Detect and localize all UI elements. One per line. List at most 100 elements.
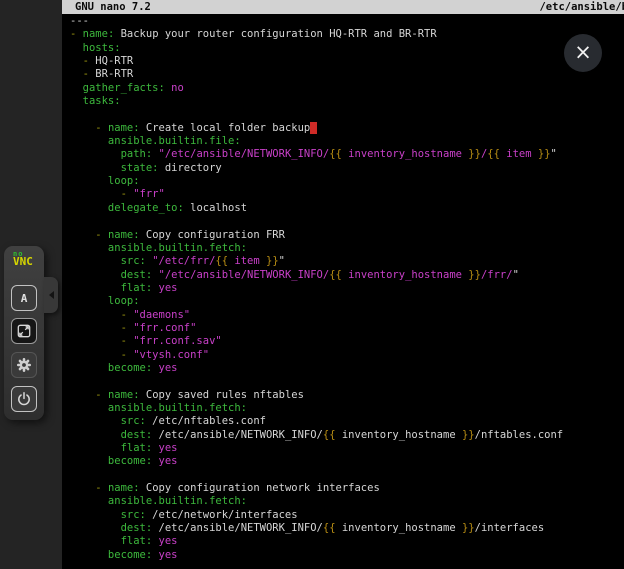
code-line: src: /etc/network/interfaces xyxy=(70,509,563,522)
code-line: ansible.builtin.fetch: xyxy=(70,495,563,508)
power-icon xyxy=(16,391,32,407)
code-line: tasks: xyxy=(70,95,563,108)
terminal-window[interactable]: GNU nano 7.2 /etc/ansible/b ---- name: B… xyxy=(62,0,624,569)
code-segment: {{ xyxy=(487,148,500,160)
code-segment: yes xyxy=(159,442,178,454)
code-segment: /interfaces xyxy=(475,522,545,534)
clipboard-button[interactable]: A xyxy=(11,285,37,311)
code-line: - name: Copy configuration FRR xyxy=(70,229,563,242)
code-segment: "frr.conf.sav" xyxy=(133,335,222,347)
cursor xyxy=(310,122,316,134)
fullscreen-icon xyxy=(16,323,32,339)
code-segment: become: xyxy=(70,455,152,467)
code-segment: }} xyxy=(538,148,551,160)
code-segment: item xyxy=(228,255,266,267)
code-segment: {{ xyxy=(323,429,336,441)
code-segment: "daemons" xyxy=(133,309,190,321)
code-segment: dest: xyxy=(70,522,152,534)
code-segment: hosts: xyxy=(70,42,121,54)
code-segment: "/etc/ansible/NETWORK_INFO/ xyxy=(159,148,330,160)
code-segment: {{ xyxy=(215,255,228,267)
editor-content[interactable]: ---- name: Backup your router configurat… xyxy=(70,15,563,562)
code-segment: name: xyxy=(108,389,140,401)
control-bar-handle[interactable] xyxy=(44,277,58,313)
code-segment: become: xyxy=(70,362,152,374)
code-segment: "/etc/ansible/NETWORK_INFO/ xyxy=(159,269,330,281)
code-segment: inventory_hostname xyxy=(342,269,468,281)
code-segment: - xyxy=(70,28,83,40)
code-line: loop: xyxy=(70,295,563,308)
code-segment: /etc/ansible/NETWORK_INFO/ xyxy=(152,522,323,534)
code-segment: flat: xyxy=(70,535,152,547)
code-segment: {{ xyxy=(323,522,336,534)
code-segment: " xyxy=(279,255,285,267)
close-button[interactable]: × xyxy=(564,34,602,72)
code-segment: item xyxy=(500,148,538,160)
code-segment: yes xyxy=(159,549,178,561)
screen: no VNC A xyxy=(0,0,624,569)
code-segment: /nftables.conf xyxy=(475,429,564,441)
gear-icon xyxy=(16,357,32,373)
code-segment: yes xyxy=(159,362,178,374)
novnc-logo: no VNC xyxy=(4,250,44,266)
code-line: flat: yes xyxy=(70,535,563,548)
code-line: - name: Copy configuration network inter… xyxy=(70,482,563,495)
code-segment: inventory_hostname xyxy=(342,148,468,160)
fullscreen-button[interactable] xyxy=(11,318,37,344)
code-segment: - xyxy=(70,188,133,200)
settings-button[interactable] xyxy=(11,352,37,378)
code-segment: state: xyxy=(70,162,159,174)
code-segment: Create local folder backup xyxy=(140,122,311,134)
code-line: src: /etc/nftables.conf xyxy=(70,415,563,428)
code-segment: gather_facts: xyxy=(70,82,165,94)
code-segment: {{ xyxy=(329,269,342,281)
code-segment: - xyxy=(70,389,108,401)
code-segment: " xyxy=(551,148,557,160)
clipboard-a-icon: A xyxy=(21,292,28,305)
code-segment: --- xyxy=(70,15,89,27)
code-line: state: directory xyxy=(70,162,563,175)
power-button[interactable] xyxy=(11,386,37,412)
code-segment: flat: xyxy=(70,282,152,294)
code-segment: path: xyxy=(70,148,152,160)
code-segment: " xyxy=(513,269,519,281)
code-line: gather_facts: no xyxy=(70,82,563,95)
code-line xyxy=(70,215,563,228)
code-segment: yes xyxy=(159,282,178,294)
code-segment: src: xyxy=(70,509,146,521)
code-segment: ansible.builtin.fetch: xyxy=(70,242,247,254)
code-segment: become: xyxy=(70,549,152,561)
code-line: dest: "/etc/ansible/NETWORK_INFO/{{ inve… xyxy=(70,269,563,282)
code-segment: inventory_hostname xyxy=(336,429,462,441)
code-line: --- xyxy=(70,15,563,28)
code-segment: - xyxy=(70,322,133,334)
novnc-control-bar: no VNC A xyxy=(4,246,44,420)
code-segment: name: xyxy=(108,482,140,494)
code-segment: "/etc/frr/ xyxy=(152,255,215,267)
code-segment: HQ-RTR xyxy=(95,55,133,67)
code-segment: - xyxy=(70,122,108,134)
code-line: - HQ-RTR xyxy=(70,55,563,68)
code-segment: ansible.builtin.fetch: xyxy=(70,495,247,507)
code-line: - BR-RTR xyxy=(70,68,563,81)
code-segment: loop: xyxy=(70,295,140,307)
code-segment: localhost xyxy=(184,202,247,214)
file-path-label: /etc/ansible/b xyxy=(539,0,624,14)
code-segment: }} xyxy=(266,255,279,267)
code-line: become: yes xyxy=(70,549,563,562)
code-line: loop: xyxy=(70,175,563,188)
close-icon: × xyxy=(574,42,592,63)
code-segment: Copy configuration network interfaces xyxy=(140,482,380,494)
code-line: dest: /etc/ansible/NETWORK_INFO/{{ inven… xyxy=(70,522,563,535)
code-segment: Copy saved rules nftables xyxy=(140,389,304,401)
code-segment: /etc/nftables.conf xyxy=(146,415,266,427)
nano-titlebar: GNU nano 7.2 /etc/ansible/b xyxy=(62,0,624,14)
code-segment: }} xyxy=(462,522,475,534)
code-line: - name: Backup your router configuration… xyxy=(70,28,563,41)
code-line: dest: /etc/ansible/NETWORK_INFO/{{ inven… xyxy=(70,429,563,442)
code-segment: /frr/ xyxy=(481,269,513,281)
code-segment: ansible.builtin.file: xyxy=(70,135,241,147)
code-line: delegate_to: localhost xyxy=(70,202,563,215)
code-segment: dest: xyxy=(70,429,152,441)
code-line: - "vtysh.conf" xyxy=(70,349,563,362)
